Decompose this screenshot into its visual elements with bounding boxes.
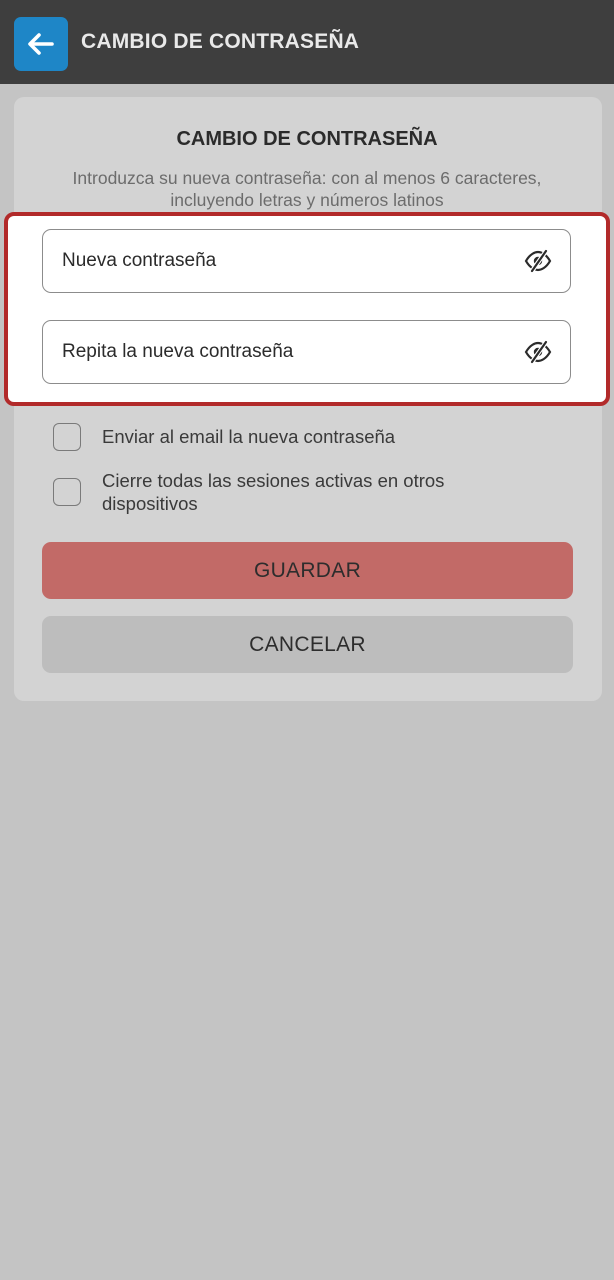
back-button[interactable] (14, 17, 68, 71)
header-title: CAMBIO DE CONTRASEÑA (81, 30, 360, 53)
repeat-password-input[interactable] (62, 321, 502, 383)
send-email-checkbox[interactable] (53, 423, 81, 451)
form-title: CAMBIO DE CONTRASEÑA (176, 128, 438, 150)
save-button[interactable]: GUARDAR (42, 542, 573, 599)
close-sessions-checkbox[interactable] (53, 478, 81, 506)
new-password-field[interactable] (42, 229, 571, 293)
eye-slash-icon[interactable] (524, 249, 552, 273)
repeat-password-field[interactable] (42, 320, 571, 384)
arrow-left-icon (28, 33, 54, 55)
eye-slash-icon[interactable] (524, 340, 552, 364)
app-header: CAMBIO DE CONTRASEÑA (0, 0, 614, 84)
close-sessions-label[interactable]: Cierre todas las sesiones activas en otr… (102, 469, 542, 515)
cancel-button[interactable]: CANCELAR (42, 616, 573, 673)
new-password-input[interactable] (62, 230, 502, 292)
form-description: Introduzca su nueva contraseña: con al m… (72, 168, 542, 210)
send-email-label[interactable]: Enviar al email la nueva contraseña (102, 425, 542, 448)
